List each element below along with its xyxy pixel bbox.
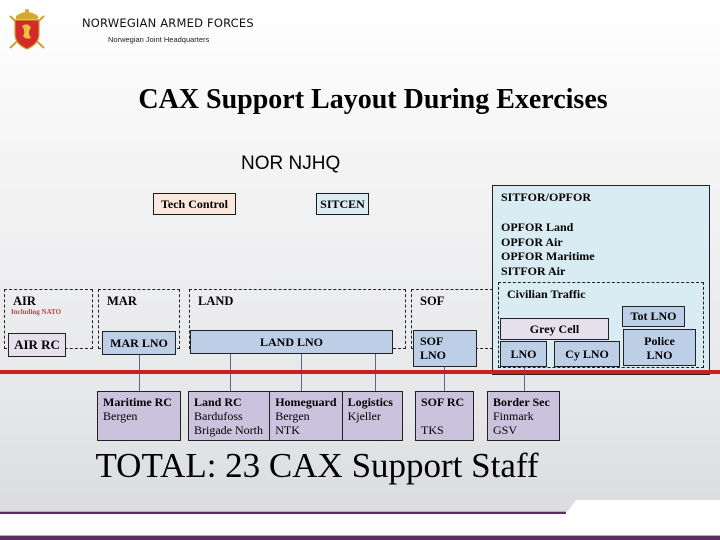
rc-title: Land RC: [194, 395, 242, 409]
sitfor-item: OPFOR Land: [501, 220, 574, 234]
sof-lno-line1: SOF: [420, 334, 444, 348]
land-rc-box: Land RC Bardufoss Brigade North: [189, 392, 271, 440]
divider-line: [0, 370, 720, 374]
rc-line: Bergen: [275, 409, 310, 423]
sitcen-box: SITCEN: [316, 193, 369, 215]
footer-corner: [566, 500, 576, 514]
rc-title: Logistics: [347, 395, 393, 409]
rc-line: Finmark: [493, 409, 534, 423]
border-sec-box: Border Sec Finmark GSV: [487, 391, 560, 441]
rc-line: [421, 409, 468, 423]
tech-control-box: Tech Control: [153, 193, 236, 215]
rc-line: Bardufoss: [194, 409, 243, 423]
air-label: AIR: [13, 294, 36, 308]
sitfor-header: SITFOR/OPFOR: [501, 190, 592, 204]
sof-label: SOF: [420, 294, 445, 308]
sitfor-item: OPFOR Air: [501, 234, 563, 249]
cy-lno-box: Cy LNO: [554, 341, 620, 367]
rc-line: TKS: [421, 423, 444, 437]
maritime-rc-box: Maritime RC Bergen: [97, 391, 181, 441]
tot-lno-box: Tot LNO: [622, 306, 685, 327]
police-lno-line1: Police: [644, 334, 675, 348]
coat-of-arms-icon: [6, 6, 48, 52]
hq-label: NOR NJHQ: [241, 153, 341, 174]
total-staff-label: TOTAL: 23 CAX Support Staff: [95, 446, 539, 485]
air-rc-box: AIR RC: [8, 333, 66, 357]
org-name: NORWEGIAN ARMED FORCES: [82, 16, 254, 30]
rc-line: Bergen: [103, 409, 138, 423]
sitfor-item: OPFOR Maritime: [501, 249, 595, 263]
sof-rc-box: SOF RC TKS: [415, 391, 474, 441]
footer-stripe: [0, 535, 720, 540]
rc-title: Maritime RC: [103, 395, 172, 409]
sitfor-item: SITFOR Air: [501, 263, 566, 278]
footer-notch: [576, 500, 720, 514]
rc-line: Brigade North: [194, 423, 263, 437]
land-label: LAND: [198, 294, 234, 308]
rc-title: SOF RC: [421, 395, 465, 409]
rc-title: Border Sec: [493, 395, 550, 409]
air-note: Including NATO: [11, 308, 62, 316]
civilian-traffic-label: Civilian Traffic: [507, 287, 586, 301]
footer-stripe: [0, 511, 566, 514]
logistics-box: Logistics Kjeller: [343, 392, 402, 440]
mar-lno-box: MAR LNO: [102, 331, 176, 355]
org-subtitle: Norwegian Joint Headquarters: [108, 35, 210, 44]
rc-line: Kjeller: [347, 409, 381, 423]
mar-label: MAR: [107, 294, 137, 308]
homeguard-box: Homeguard Bergen NTK: [270, 392, 343, 440]
rc-line: GSV: [493, 423, 518, 437]
grey-cell-box: Grey Cell: [500, 318, 609, 340]
sof-lno-line2: LNO: [420, 348, 447, 362]
page-title: CAX Support Layout During Exercises: [138, 84, 608, 115]
rc-line: NTK: [275, 423, 300, 437]
sof-lno-box: SOF LNO: [413, 330, 477, 367]
lno-box: LNO: [500, 341, 547, 367]
sitfor-list: OPFOR Land OPFOR Air OPFOR Maritime SITF…: [501, 220, 595, 278]
police-lno-line2: LNO: [646, 348, 673, 362]
land-lno-box: LAND LNO: [190, 330, 393, 354]
rc-title: Homeguard: [275, 395, 337, 409]
police-lno-box: Police LNO: [623, 329, 696, 366]
land-rc-group: Land RC Bardufoss Brigade North Homeguar…: [188, 391, 403, 441]
